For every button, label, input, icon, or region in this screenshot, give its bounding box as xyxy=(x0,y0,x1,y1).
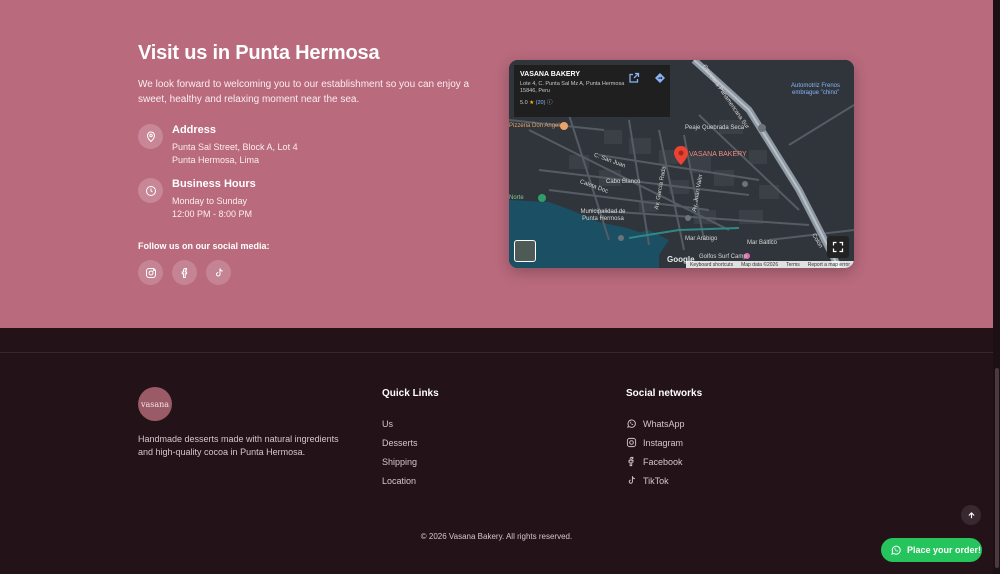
map-label-municipalidad: Municipalidad de Punta Hermosa xyxy=(580,209,626,222)
map-place-rating: 5.0 ★ (20) ⓘ xyxy=(520,98,664,106)
tiktok-icon xyxy=(628,476,635,484)
whatsapp-icon xyxy=(627,419,636,428)
open-in-maps-icon[interactable] xyxy=(628,72,640,84)
map-label-embrague: embrague "chino" xyxy=(792,90,840,96)
map-label-mar-arabigo: Mar Arábigo xyxy=(685,236,718,242)
quick-link-desserts[interactable]: Desserts xyxy=(382,433,439,452)
hours-block: Business Hours Monday to Sunday 12:00 PM… xyxy=(138,178,256,221)
address-title: Address xyxy=(172,124,217,136)
map-pin-label: VASANA BAKERY xyxy=(689,151,747,158)
map-label-automotriz: Automotriz Frenos xyxy=(791,83,841,89)
visit-title: Visit us in Punta Hermosa xyxy=(138,42,380,64)
map-place-address: Lote 4, C. Punta Sal Mz A, Punta Hermosa… xyxy=(520,81,625,94)
quick-links: Quick Links Us Desserts Shipping Locatio… xyxy=(382,388,439,490)
social-link-label: Instagram xyxy=(643,437,684,448)
instagram-icon xyxy=(145,267,156,278)
whatsapp-order-button[interactable]: Place your order! xyxy=(881,538,982,562)
map-footer-report[interactable]: Report a map error xyxy=(808,262,850,268)
star-icon: ★ xyxy=(529,100,535,106)
location-map[interactable]: Automotriz Frenos embrague "chino" Peaje… xyxy=(509,60,854,268)
address-block: Address Punta Sal Street, Block A, Lot 4… xyxy=(138,124,298,167)
instagram-button[interactable] xyxy=(138,260,163,285)
whatsapp-order-label: Place your order! xyxy=(907,545,982,555)
fullscreen-button[interactable] xyxy=(827,236,849,258)
quick-links-title: Quick Links xyxy=(382,388,439,399)
facebook-icon xyxy=(628,456,634,467)
address-line1: Punta Sal Street, Block A, Lot 4 xyxy=(172,142,298,152)
facebook-button[interactable] xyxy=(172,260,197,285)
quick-link-us[interactable]: Us xyxy=(382,414,439,433)
copyright: © 2026 Vasana Bakery. All rights reserve… xyxy=(420,532,573,541)
social-networks-title: Social networks xyxy=(626,388,703,399)
map-footer-data: Map data ©2026 xyxy=(741,261,779,268)
quick-link-shipping[interactable]: Shipping xyxy=(382,452,439,471)
map-footer-terms[interactable]: Terms xyxy=(786,262,800,268)
follow-label: Follow us on our social media: xyxy=(138,241,270,251)
footer-description: Handmade desserts made with natural ingr… xyxy=(138,434,339,457)
social-buttons xyxy=(138,260,231,285)
map-label-peaje: Peaje Quebrada Seca xyxy=(685,125,745,131)
visit-description: We look forward to welcoming you to our … xyxy=(138,79,470,105)
instagram-icon xyxy=(626,437,637,448)
hours-time: 12:00 PM - 8:00 PM xyxy=(172,209,253,219)
directions-icon[interactable] xyxy=(654,72,666,84)
social-link-label: Facebook xyxy=(643,456,683,467)
social-link-label: TikTok xyxy=(643,475,669,486)
rating-value: 5.0 xyxy=(520,100,528,106)
scrollbar-thumb[interactable] xyxy=(995,368,999,568)
social-networks: Social networks WhatsApp Instagram Faceb… xyxy=(626,388,702,490)
visit-section: Visit us in Punta Hermosa We look forwar… xyxy=(0,0,993,328)
facebook-icon xyxy=(181,267,187,278)
quick-link-location[interactable]: Location xyxy=(382,471,439,490)
social-link-instagram[interactable]: Instagram xyxy=(626,433,702,452)
map-label-pizzeria: Pizzeria Don Angelo xyxy=(509,123,564,129)
scroll-to-top-button[interactable] xyxy=(961,505,981,525)
social-link-label: WhatsApp xyxy=(643,418,685,429)
tiktok-icon xyxy=(215,267,223,276)
footer-logo[interactable]: vasana xyxy=(138,387,172,421)
fullscreen-icon xyxy=(832,241,844,253)
address-line2: Punta Hermosa, Lima xyxy=(172,155,260,165)
clock-icon xyxy=(138,178,163,203)
social-link-whatsapp[interactable]: WhatsApp xyxy=(626,414,702,433)
map-footer: Google Keyboard shortcuts Map data ©2026… xyxy=(509,255,854,268)
map-place-name: VASANA BAKERY xyxy=(520,71,581,78)
social-link-facebook[interactable]: Facebook xyxy=(626,452,702,471)
reviews-link[interactable]: (20) xyxy=(536,100,546,106)
info-icon: ⓘ xyxy=(546,100,553,106)
hours-title: Business Hours xyxy=(172,178,256,190)
hours-days: Monday to Sunday xyxy=(172,196,248,206)
map-label-mar-baltico: Mar Báltico xyxy=(747,240,778,246)
tiktok-button[interactable] xyxy=(206,260,231,285)
map-label-cabo-blanco: Cabo Blanco xyxy=(606,179,641,185)
whatsapp-icon xyxy=(891,545,901,555)
footer-divider xyxy=(0,352,993,353)
map-label-norte: Norte xyxy=(509,195,524,201)
social-link-tiktok[interactable]: TikTok xyxy=(626,471,702,490)
map-footer-keyboard[interactable]: Keyboard shortcuts xyxy=(690,262,733,268)
map-pin-icon xyxy=(138,124,163,149)
map-place-card: VASANA BAKERY Lote 4, C. Punta Sal Mz A,… xyxy=(514,65,670,117)
arrow-up-icon xyxy=(967,511,975,518)
